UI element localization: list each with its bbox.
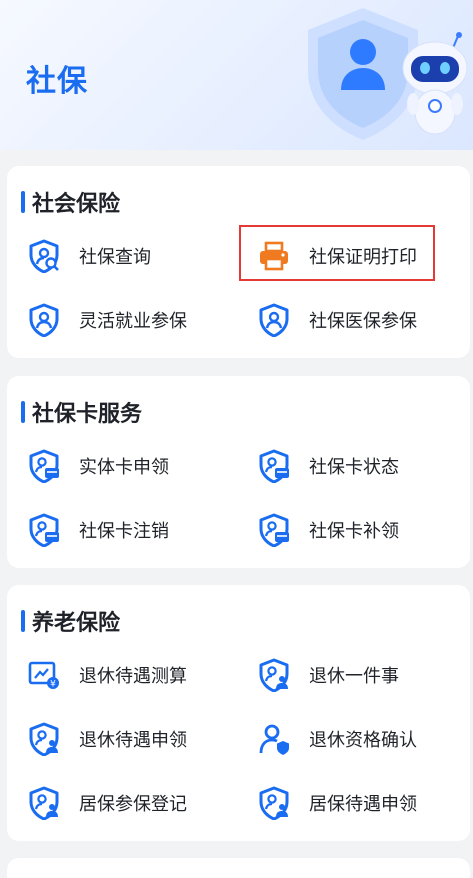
shield-card-icon: [257, 513, 291, 547]
page-header: 社保: [0, 0, 473, 150]
person-shield-icon: [257, 722, 291, 756]
shield-person-icon: [27, 786, 61, 820]
next-section-card-edge: [7, 858, 470, 878]
shield-person-icon: [27, 722, 61, 756]
service-item-social-security-query[interactable]: 社保查询: [27, 234, 151, 278]
section-title-bar: [21, 191, 25, 213]
service-item-flexible-employment[interactable]: 灵活就业参保: [27, 298, 187, 342]
service-item-label: 社保证明打印: [309, 247, 417, 268]
shield-person-icon: [257, 658, 291, 692]
section-title: 养老保险: [21, 605, 120, 637]
section-title-text: 社保卡服务: [32, 402, 143, 427]
service-item-card-cancel[interactable]: 社保卡注销: [27, 508, 169, 552]
service-item-label: 社保卡补领: [309, 521, 399, 542]
section-title: 社保卡服务: [21, 396, 142, 428]
shield-card-icon: [27, 513, 61, 547]
service-item-retirement-one-thing[interactable]: 退休一件事: [257, 653, 399, 697]
section-title-bar: [21, 610, 25, 632]
service-item-label: 退休资格确认: [309, 730, 417, 751]
shield-user-icon: [257, 303, 291, 337]
svg-text:¥: ¥: [50, 680, 56, 690]
service-item-resident-benefit-apply[interactable]: 居保待遇申领: [257, 781, 417, 825]
service-item-retirement-calculation[interactable]: ¥ 退休待遇测算: [27, 653, 187, 697]
service-item-label: 社保医保参保: [309, 311, 417, 332]
shield-card-icon: [257, 449, 291, 483]
page-title: 社保: [26, 64, 88, 99]
service-item-retirement-qualification[interactable]: 退休资格确认: [257, 717, 417, 761]
calculator-screen-icon: ¥: [27, 658, 61, 692]
service-item-label: 退休待遇测算: [79, 666, 187, 687]
shield-search-icon: [27, 239, 61, 273]
service-item-card-status[interactable]: 社保卡状态: [257, 444, 399, 488]
section-title-text: 养老保险: [32, 611, 121, 636]
service-item-card-reissue[interactable]: 社保卡补领: [257, 508, 399, 552]
service-item-label: 灵活就业参保: [79, 311, 187, 332]
section-card-pension-insurance: 养老保险 ¥ 退休待遇测算 退休一件事 退休待遇申领 退休资格确认 居保参保登记: [7, 585, 470, 841]
service-item-retirement-benefit-apply[interactable]: 退休待遇申领: [27, 717, 187, 761]
service-item-label: 社保查询: [79, 247, 151, 268]
service-item-label: 居保参保登记: [79, 794, 187, 815]
printer-icon: [257, 239, 291, 273]
service-item-resident-insurance-register[interactable]: 居保参保登记: [27, 781, 187, 825]
section-title-bar: [21, 401, 25, 423]
shield-user-icon: [27, 303, 61, 337]
service-item-label: 实体卡申领: [79, 457, 169, 478]
service-item-label: 社保卡注销: [79, 521, 169, 542]
section-card-social-security-card: 社保卡服务 实体卡申领 社保卡状态 社保卡注销 社保卡补领: [7, 376, 470, 568]
shield-card-icon: [27, 449, 61, 483]
section-title: 社会保险: [21, 186, 120, 218]
shield-person-icon: [257, 786, 291, 820]
service-item-medical-insurance[interactable]: 社保医保参保: [257, 298, 417, 342]
service-item-label: 退休一件事: [309, 666, 399, 687]
service-item-card-apply[interactable]: 实体卡申领: [27, 444, 169, 488]
hero-illustration: [308, 8, 468, 140]
section-title-text: 社会保险: [32, 192, 121, 217]
service-item-label: 退休待遇申领: [79, 730, 187, 751]
service-item-certificate-print[interactable]: 社保证明打印: [257, 234, 417, 278]
section-card-social-insurance: 社会保险 社保查询 社保证明打印 灵活就业参保 社保医保参保: [7, 166, 470, 358]
service-item-label: 社保卡状态: [309, 457, 399, 478]
service-item-label: 居保待遇申领: [309, 794, 417, 815]
